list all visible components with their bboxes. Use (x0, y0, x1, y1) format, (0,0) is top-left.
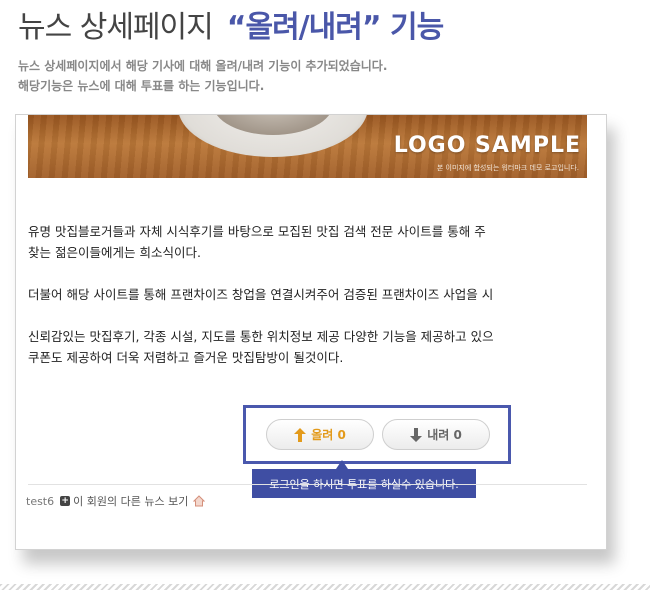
vote-down-button[interactable]: 내려 0 (382, 419, 490, 450)
page-description: 뉴스 상세페이지에서 해당 기사에 대해 올려/내려 기능이 추가되었습니다. … (18, 56, 387, 96)
footer-separator (0, 584, 650, 590)
article-paragraph: 신뢰감있는 맛집후기, 각종 시설, 지도를 통한 위치정보 제공 다양한 기능… (28, 326, 586, 368)
tooltip-arrow (336, 460, 348, 469)
vote-down-label: 내려 0 (427, 428, 462, 442)
article-line: 더불어 해당 사이트를 통해 프랜차이즈 창업을 연결시켜주어 검증된 프랜차이… (28, 287, 494, 302)
vote-up-button[interactable]: 올려 0 (266, 419, 374, 450)
article-line: 유명 맛집블로거들과 자체 시식후기를 바탕으로 모집된 맛집 검색 전문 사이… (28, 224, 486, 239)
article-line: 쿠폰도 제공하여 더욱 저렴하고 즐거운 맛집탐방이 될것이다. (28, 350, 344, 365)
news-detail-card: LOGO SAMPLE 본 이미지에 합성되는 워터마크 데모 로고입니다. 유… (15, 114, 607, 550)
article-paragraph: 유명 맛집블로거들과 자체 시식후기를 바탕으로 모집된 맛집 검색 전문 사이… (28, 221, 586, 263)
article-paragraph: 더불어 해당 사이트를 통해 프랜차이즈 창업을 연결시켜주어 검증된 프랜차이… (28, 284, 586, 305)
other-news-link[interactable]: 이 회원의 다른 뉴스 보기 (73, 493, 188, 509)
article-line: 신뢰감있는 맛집후기, 각종 시설, 지도를 통한 위치정보 제공 다양한 기능… (28, 329, 494, 344)
watermark-logo: LOGO SAMPLE (393, 133, 581, 158)
description-line: 뉴스 상세페이지에서 해당 기사에 대해 올려/내려 기능이 추가되었습니다. (18, 59, 388, 73)
home-icon[interactable] (193, 495, 206, 507)
article-body: 유명 맛집블로거들과 자체 시식후기를 바탕으로 모집된 맛집 검색 전문 사이… (28, 221, 586, 389)
page-title-accent: “올려/내려” 기능 (226, 10, 444, 45)
vote-up-label: 올려 0 (311, 428, 346, 442)
article-hero-image: LOGO SAMPLE 본 이미지에 합성되는 워터마크 데모 로고입니다. (28, 115, 587, 178)
page-title: 뉴스 상세페이지 “올려/내려” 기능 (18, 2, 444, 46)
plus-icon: + (60, 496, 71, 506)
author-name[interactable]: test6 (26, 495, 54, 508)
watermark-caption: 본 이미지에 합성되는 워터마크 데모 로고입니다. (436, 164, 579, 172)
description-line: 해당기능은 뉴스에 대해 투표를 하는 기능입니다. (18, 79, 265, 93)
vote-box: 올려 0 내려 0 (243, 405, 511, 464)
author-row: test6 + 이 회원의 다른 뉴스 보기 (26, 493, 206, 509)
article-line: 찾는 젊은이들에게는 희소식이다. (28, 245, 201, 260)
arrow-up-icon (294, 427, 307, 442)
page-title-main: 뉴스 상세페이지 (18, 10, 214, 45)
arrow-down-icon (410, 427, 423, 442)
divider (28, 484, 587, 485)
